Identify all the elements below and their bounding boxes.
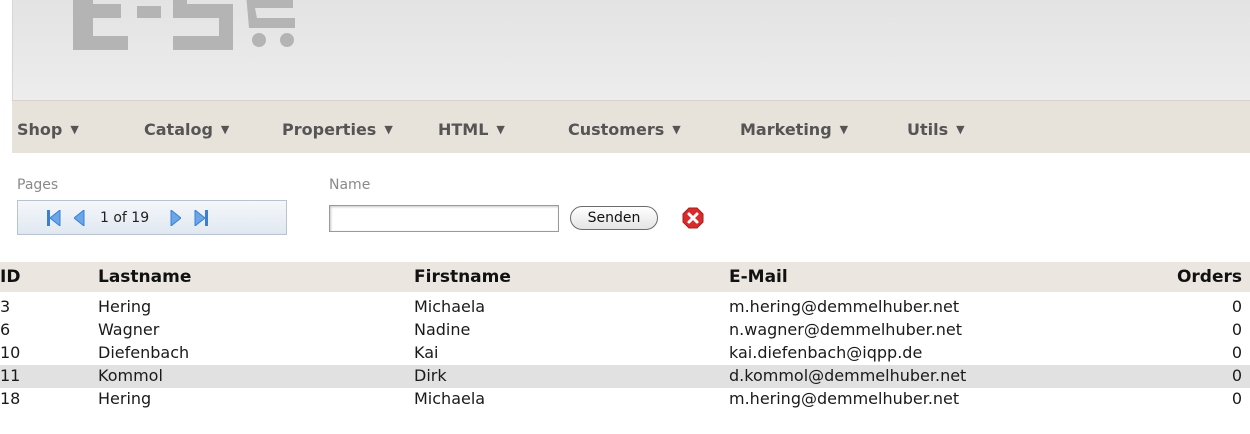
cell-firstname: Michaela [414,297,486,316]
clear-filter-icon[interactable] [682,207,704,229]
cell-firstname: Kai [414,343,439,362]
dropdown-arrow-icon: ▼ [956,123,965,136]
cell-orders: 0 [1231,320,1242,339]
cell-email: m.hering@demmelhuber.net [729,297,960,316]
cell-email: m.hering@demmelhuber.net [729,389,960,408]
cell-email: d.kommol@demmelhuber.net [729,366,967,385]
nav-marketing[interactable]: Marketing ▼ [740,120,848,139]
column-header-id[interactable]: ID [0,267,20,287]
es-shop-logo [73,0,295,50]
next-page-icon[interactable] [170,210,181,226]
cell-lastname: Hering [98,297,152,316]
dropdown-arrow-icon: ▼ [496,123,505,136]
app-header [12,0,1250,100]
column-header-email[interactable]: E-Mail [729,267,788,287]
dropdown-arrow-icon: ▼ [384,123,393,136]
prev-page-icon[interactable] [74,210,85,226]
send-button[interactable]: Senden [570,206,658,230]
cell-orders: 0 [1231,297,1242,316]
nav-label: Marketing [740,120,832,139]
column-header-orders[interactable]: Orders [1177,267,1242,287]
nav-label: HTML [438,120,489,139]
cell-firstname: Michaela [414,389,486,408]
cell-lastname: Hering [98,389,152,408]
cell-email: n.wagner@demmelhuber.net [729,320,963,339]
nav-shop[interactable]: Shop ▼ [17,120,79,139]
cell-id: 3 [0,297,11,316]
last-page-icon[interactable] [194,210,208,226]
column-header-lastname[interactable]: Lastname [98,267,191,287]
cell-orders: 0 [1231,343,1242,362]
nav-label: Utils [907,120,949,139]
table-header: ID Lastname Firstname E-Mail Orders [0,262,1250,292]
pager: 1 of 19 [17,200,287,235]
cell-orders: 0 [1231,366,1242,385]
cell-firstname: Dirk [414,366,447,385]
dropdown-arrow-icon: ▼ [70,123,79,136]
cell-id: 6 [0,320,11,339]
first-page-icon[interactable] [47,210,61,226]
table-row[interactable]: 3 Hering Michaela m.hering@demmelhuber.n… [0,296,1250,319]
nav-label: Properties [282,120,377,139]
column-header-firstname[interactable]: Firstname [414,267,511,287]
cell-lastname: Kommol [98,366,163,385]
cell-lastname: Wagner [98,320,160,339]
table-row-highlighted[interactable]: 11 Kommol Dirk d.kommol@demmelhuber.net … [0,365,1250,388]
cell-email: kai.diefenbach@iqpp.de [729,343,923,362]
page-indicator: 1 of 19 [100,210,150,226]
nav-catalog[interactable]: Catalog ▼ [144,120,229,139]
nav-label: Customers [568,120,665,139]
dropdown-arrow-icon: ▼ [220,123,230,136]
nav-html[interactable]: HTML ▼ [438,120,505,139]
name-label: Name [329,177,371,193]
table-row[interactable]: 10 Diefenbach Kai kai.diefenbach@iqpp.de… [0,342,1250,365]
nav-label: Shop [17,120,63,139]
cell-id: 11 [0,366,21,385]
main-nav: Shop ▼ Catalog ▼ Properties ▼ HTML ▼ Custome… [12,100,1250,153]
name-search-input[interactable] [329,205,559,232]
nav-properties[interactable]: Properties ▼ [282,120,393,139]
pages-label: Pages [17,177,59,193]
cell-id: 10 [0,343,21,362]
cell-lastname: Diefenbach [98,343,190,362]
table-row[interactable]: 18 Hering Michaela m.hering@demmelhuber.… [0,388,1250,411]
cell-id: 18 [0,389,21,408]
nav-label: Catalog [144,120,213,139]
nav-utils[interactable]: Utils ▼ [907,120,965,139]
dropdown-arrow-icon: ▼ [839,123,849,136]
dropdown-arrow-icon: ▼ [672,123,681,136]
table-row[interactable]: 6 Wagner Nadine n.wagner@demmelhuber.net… [0,319,1250,342]
cell-orders: 0 [1231,389,1242,408]
nav-customers[interactable]: Customers ▼ [568,120,681,139]
cell-firstname: Nadine [414,320,471,339]
